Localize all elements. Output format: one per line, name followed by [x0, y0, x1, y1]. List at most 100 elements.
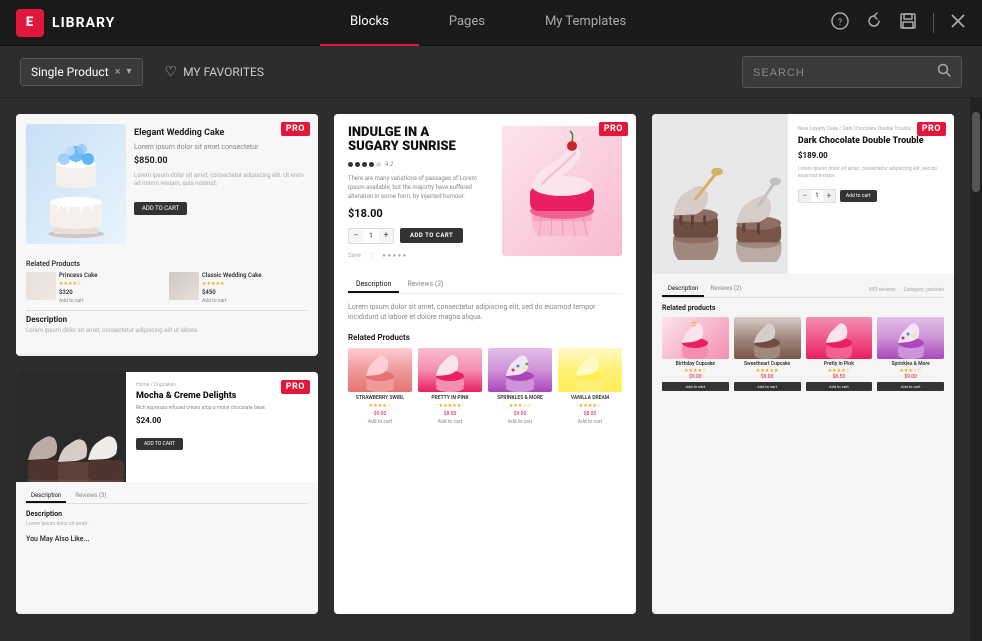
related-thumb-1: [26, 272, 56, 300]
card4-desc-title: Description: [26, 510, 308, 518]
card3-product-info: Near Loyalty Cake / Dark Chocolate Doubl…: [788, 114, 954, 274]
related-item-1: Princess Cake ★★★★☆ $320 Add to cart: [26, 272, 165, 304]
favorites-button[interactable]: ♡ MY FAVORITES: [155, 58, 274, 86]
rel-addcart-4[interactable]: Add to cart: [558, 419, 622, 425]
rel-name-1: STRAWBERRY SWIRL: [348, 395, 412, 401]
card3-qty-value: 1: [811, 192, 823, 199]
template-card-chocolate[interactable]: PRO: [652, 114, 954, 614]
card3-qty-increase[interactable]: +: [823, 190, 835, 202]
card3-rel-item-4: Sprinkles & More ★★★☆☆ $9.00 Add to cart: [877, 317, 944, 391]
search-icon[interactable]: [937, 63, 951, 81]
card3-rel-btn-4[interactable]: Add to cart: [877, 382, 944, 391]
rel-addcart-3[interactable]: Add to cart: [488, 419, 552, 425]
card3-rel-btn-2[interactable]: Add to cart: [734, 382, 801, 391]
tab-blocks[interactable]: Blocks: [320, 0, 419, 46]
related-stars-2: ★★★★★: [202, 281, 308, 287]
tab-description[interactable]: Description: [348, 277, 399, 293]
template-card-cupcake[interactable]: PRO INDULGE IN ASUGARY SUNRISE: [334, 114, 636, 614]
card3-price: $189.00: [798, 151, 944, 160]
card3-tab-reviews[interactable]: Reviews (2): [704, 282, 747, 297]
card3-quantity: − 1 +: [798, 189, 836, 203]
header-divider: [933, 13, 934, 33]
card2-save-row: Save ♡ ● ● ● ● ●: [348, 252, 490, 259]
rel-addcart-1[interactable]: Add to cart: [348, 419, 412, 425]
pro-badge-4: PRO: [281, 380, 310, 394]
rel-price-2: $8.50: [418, 411, 482, 417]
card1-top: Elegant Wedding Cake Lorem ipsum dolor s…: [26, 124, 308, 254]
svg-text:🎂: 🎂: [690, 319, 697, 327]
card3-rel-item-3: Pretty in Pink ★★★★☆ $8.50 Add to cart: [806, 317, 873, 391]
tab-my-templates[interactable]: My Templates: [515, 0, 656, 46]
filter-clear-icon[interactable]: ×: [115, 65, 121, 78]
card4-add-cart[interactable]: ADD TO CART: [136, 438, 183, 450]
rating-count: 883 reviews: [869, 287, 896, 293]
card4-tabs: Description Reviews (3): [26, 490, 308, 504]
related-grid: Princess Cake ★★★★☆ $320 Add to cart Cla…: [26, 272, 308, 304]
description-content: Lorem ipsum dolor sit amet, consectetur …: [348, 302, 622, 323]
help-icon[interactable]: ?: [831, 12, 849, 34]
qty-increase[interactable]: +: [379, 229, 393, 243]
card3-rel-item-2: Sweetheart Cupcake ★★★★★ $9.00 Add to ca…: [734, 317, 801, 391]
refresh-icon[interactable]: [865, 12, 883, 34]
pro-badge-3: PRO: [917, 122, 946, 136]
close-icon[interactable]: [950, 13, 966, 33]
card3-rel-price-2: $9.00: [734, 374, 801, 380]
card3-rel-btn-3[interactable]: Add to cart: [806, 382, 873, 391]
rel-addcart-2[interactable]: Add to cart: [418, 419, 482, 425]
svg-text:?: ?: [838, 18, 842, 28]
card2-desc: There are many variations of passages of…: [348, 174, 490, 201]
tab-reviews[interactable]: Reviews (2): [399, 277, 451, 293]
card3-related-title: Related products: [662, 304, 944, 312]
card3-tab-desc[interactable]: Description: [662, 282, 704, 297]
rating-dots: [348, 162, 381, 167]
search-input[interactable]: [753, 65, 929, 79]
qty-value: 1: [363, 232, 379, 240]
quantity-selector: − 1 +: [348, 228, 394, 244]
logo-icon: E: [16, 9, 44, 37]
favorites-label: MY FAVORITES: [183, 65, 264, 79]
card3-qty-decrease[interactable]: −: [799, 190, 811, 202]
card1-desc: Lorem ipsum dolor sit amet, consectetur …: [134, 172, 308, 189]
pro-badge: PRO: [281, 122, 310, 136]
card3-rel-img-3: [806, 317, 873, 359]
tab-pages[interactable]: Pages: [419, 0, 515, 46]
related-products-title-2: Related Products: [348, 333, 622, 342]
card4-tab-desc[interactable]: Description: [26, 490, 66, 503]
related-stars-1: ★★★★☆: [59, 281, 165, 287]
related-item-2: Classic Wedding Cake ★★★★★ $450 Add to c…: [169, 272, 308, 304]
template-card-mocha[interactable]: PRO: [16, 372, 318, 614]
toolbar: Single Product × ▾ ♡ MY FAVORITES: [0, 46, 982, 98]
card3-tabs-row: Description Reviews (2) 883 reviews Cate…: [662, 282, 944, 298]
card4-body: Home / Cupcakes Mocha & Creme Delights R…: [16, 372, 318, 612]
dot4: [369, 162, 374, 167]
card4-desc-section: Description Lorem ipsum dolor sit amet.: [26, 510, 308, 529]
card3-desc: Lorem ipsum dolor sit amet, consectetur …: [798, 166, 944, 181]
add-to-cart-button[interactable]: ADD TO CART: [400, 228, 463, 243]
scrollbar[interactable]: [970, 98, 982, 641]
rel-name-3: SPRINKLES & MORE: [488, 395, 552, 401]
card4-tab-reviews[interactable]: Reviews (3): [70, 490, 111, 503]
card3-rel-name-1: Birthday Cupcake: [662, 361, 729, 367]
rel-stars-1: ★★★★☆: [348, 403, 412, 409]
filter-dropdown[interactable]: Single Product × ▾: [20, 58, 143, 86]
header-tabs: Blocks Pages My Templates: [145, 0, 831, 46]
save-icon[interactable]: [899, 12, 917, 34]
card3-rel-name-2: Sweetheart Cupcake: [734, 361, 801, 367]
save-label: Save: [348, 252, 361, 259]
related-addcart-2[interactable]: Add to cart: [202, 298, 308, 304]
card3-add-cart-button[interactable]: Add to cart: [840, 190, 877, 202]
may-also-like: You May Also Like...: [26, 535, 308, 543]
related-addcart-1[interactable]: Add to cart: [59, 298, 165, 304]
related-info-2: Classic Wedding Cake ★★★★★ $450 Add to c…: [202, 272, 308, 304]
card2-left: INDULGE IN ASUGARY SUNRISE 4.2 Th: [348, 126, 490, 267]
qty-decrease[interactable]: −: [349, 229, 363, 243]
card2-top: INDULGE IN ASUGARY SUNRISE 4.2 Th: [348, 126, 622, 267]
search-container: [742, 56, 962, 88]
card3-rel-price-1: $9.00: [662, 374, 729, 380]
template-card-wedding-cake[interactable]: PRO: [16, 114, 318, 356]
card2-rating: 4.2: [348, 161, 490, 168]
scrollbar-thumb[interactable]: [972, 112, 980, 192]
card3-top: Near Loyalty Cake / Dark Chocolate Doubl…: [652, 114, 954, 274]
card3-rel-btn-1[interactable]: Add to cart: [662, 382, 729, 391]
rel-stars-3: ★★★☆☆: [488, 403, 552, 409]
